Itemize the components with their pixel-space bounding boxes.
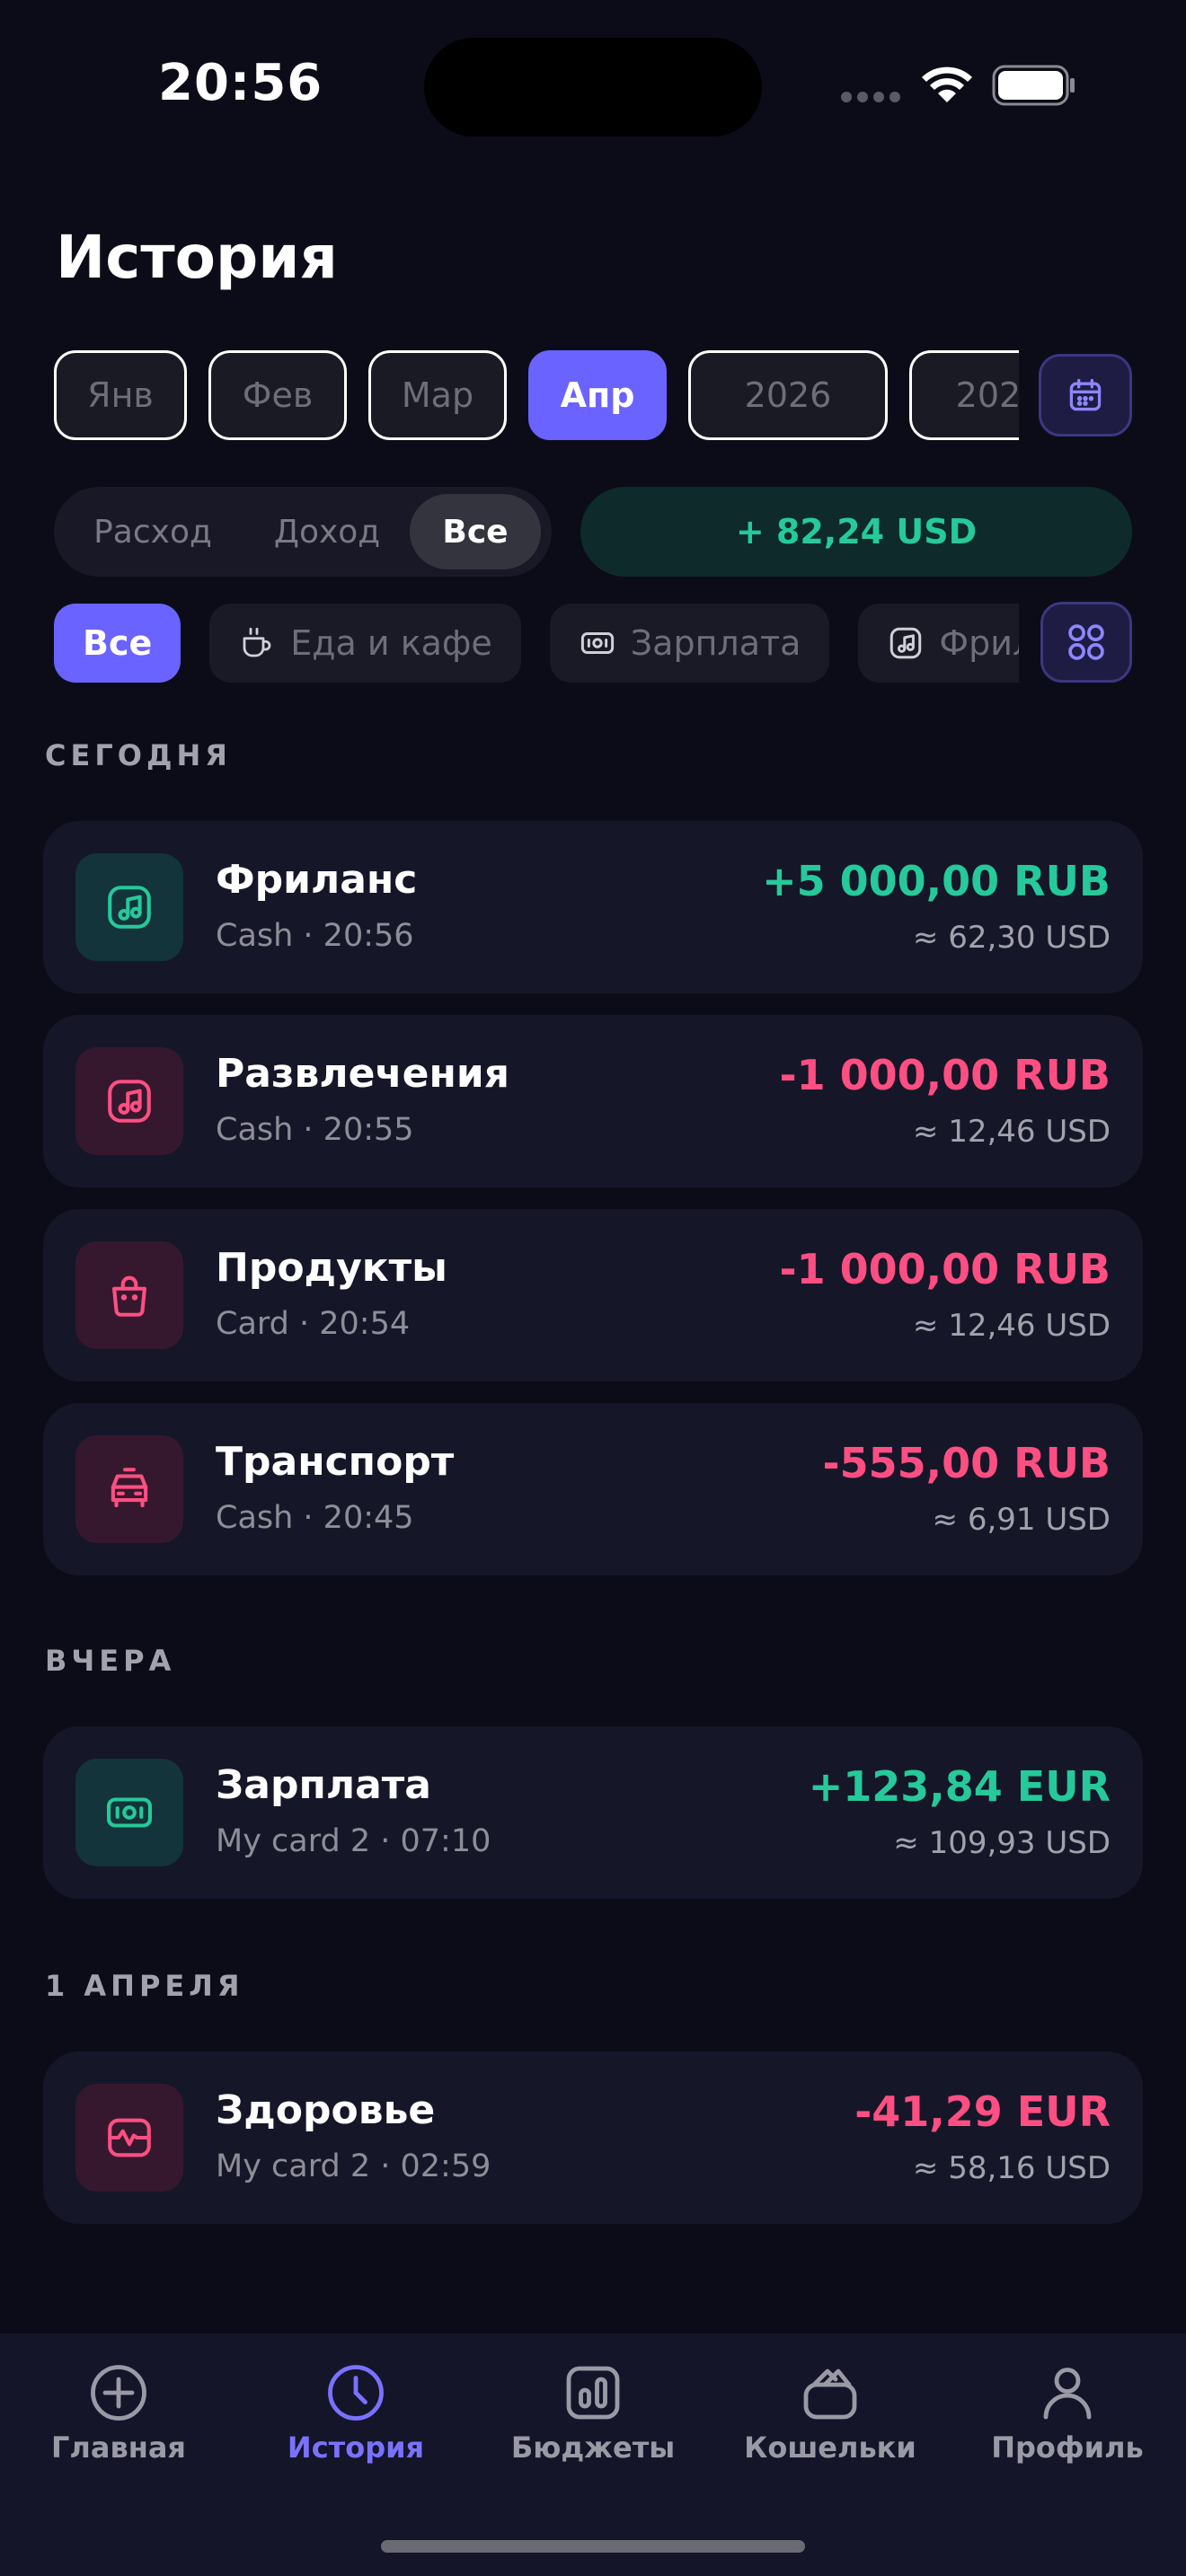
month-chip[interactable]: Янв <box>54 350 187 440</box>
transaction-title: Фриланс <box>216 857 418 903</box>
page-title: История <box>56 223 338 292</box>
tab-plus-circle[interactable]: Главная <box>11 2360 226 2465</box>
section-yesterday: ВЧЕРА <box>45 1644 176 1678</box>
transaction-converted-amount: ≈ 12,46 USD <box>912 1114 1111 1150</box>
type-segment-control: Расход Доход Все <box>54 487 552 577</box>
transaction-card[interactable]: Здоровье My card 2 · 02:59 -41,29 EUR ≈ 58,… <box>43 2051 1143 2224</box>
transaction-card[interactable]: Зарплата My card 2 · 07:10 +123,84 EUR ≈ 10… <box>43 1726 1143 1899</box>
transaction-subtitle: Cash · 20:56 <box>216 918 414 954</box>
transaction-subtitle: Cash · 20:45 <box>216 1500 414 1536</box>
transaction-amount: -1 000,00 RUB <box>779 1245 1111 1293</box>
category-chip-label: Фриланс <box>939 623 1019 663</box>
transaction-amount: -555,00 RUB <box>822 1439 1111 1487</box>
transaction-amount: -1 000,00 RUB <box>779 1051 1111 1099</box>
wallet-icon <box>798 2360 863 2425</box>
cash-icon <box>103 1786 155 1839</box>
transaction-card[interactable]: Фриланс Cash · 20:56 +5 000,00 RUB ≈ 62,30 … <box>43 821 1143 993</box>
transaction-card[interactable]: Развлечения Cash · 20:55 -1 000,00 RUB ≈ 12… <box>43 1015 1143 1187</box>
status-time: 20:56 <box>158 54 323 112</box>
tab-label: Бюджеты <box>510 2430 676 2465</box>
total-balance: + 82,24 USD <box>580 487 1132 577</box>
transaction-converted-amount: ≈ 12,46 USD <box>912 1308 1111 1344</box>
transaction-category-icon <box>75 1241 183 1349</box>
transaction-amount: +123,84 EUR <box>808 1762 1111 1811</box>
month-chip[interactable]: Фев <box>208 350 347 440</box>
transaction-title: Зарплата <box>216 1762 431 1808</box>
battery-icon <box>992 65 1075 106</box>
transaction-subtitle: Card · 20:54 <box>216 1306 411 1342</box>
transaction-category-icon <box>75 853 183 961</box>
cellular-signal-icon <box>841 92 900 102</box>
transaction-subtitle: My card 2 · 07:10 <box>216 1823 491 1859</box>
transaction-title: Продукты <box>216 1245 447 1291</box>
category-chip-label: Еда и кафе <box>290 623 492 663</box>
segment-income[interactable]: Доход <box>244 494 410 569</box>
month-selector: ЯнвФевМарАпр20262025 <box>54 350 1019 442</box>
section-today: СЕГОДНЯ <box>45 738 232 772</box>
wifi-icon <box>922 66 972 102</box>
transaction-title: Транспорт <box>216 1439 455 1485</box>
music-note-icon <box>103 1075 155 1127</box>
grid-icon <box>1068 624 1104 660</box>
category-chip[interactable]: Еда и кафе <box>209 604 521 683</box>
transaction-category-icon <box>75 1759 183 1866</box>
tab-wallet[interactable]: Кошельки <box>722 2360 938 2465</box>
transaction-converted-amount: ≈ 58,16 USD <box>912 2150 1111 2186</box>
home-indicator <box>381 2540 805 2553</box>
status-bar: 20:56 <box>0 0 1186 171</box>
user-icon <box>1035 2360 1100 2425</box>
tab-bar-chart[interactable]: Бюджеты <box>485 2360 701 2465</box>
section-april-1: 1 АПРЕЛЯ <box>45 1969 244 2003</box>
transaction-converted-amount: ≈ 62,30 USD <box>912 920 1111 956</box>
transaction-converted-amount: ≈ 6,91 USD <box>932 1502 1111 1538</box>
segment-all[interactable]: Все <box>410 494 541 569</box>
transaction-card[interactable]: Транспорт Cash · 20:45 -555,00 RUB ≈ 6,91 U… <box>43 1403 1143 1575</box>
tab-label: Главная <box>51 2430 186 2465</box>
music-note-icon <box>887 624 925 662</box>
category-chip[interactable]: Все <box>54 604 181 683</box>
transaction-card[interactable]: Продукты Card · 20:54 -1 000,00 RUB ≈ 12,46… <box>43 1209 1143 1381</box>
shopping-bag-icon <box>103 1269 155 1321</box>
music-note-icon <box>103 881 155 933</box>
month-chip[interactable]: Апр <box>528 350 667 440</box>
category-chip-label: Все <box>83 623 153 663</box>
transaction-subtitle: Cash · 20:55 <box>216 1112 414 1148</box>
tab-label: История <box>287 2430 425 2465</box>
transaction-subtitle: My card 2 · 02:59 <box>216 2148 491 2184</box>
month-chip[interactable]: 2025 <box>909 350 1019 440</box>
category-chip[interactable]: Фриланс <box>858 604 1019 683</box>
tab-label: Кошельки <box>744 2430 916 2465</box>
transaction-converted-amount: ≈ 109,93 USD <box>893 1825 1111 1861</box>
transaction-title: Здоровье <box>216 2087 436 2133</box>
calendar-icon <box>1069 378 1102 411</box>
tab-label: Профиль <box>991 2430 1144 2465</box>
transaction-amount: -41,29 EUR <box>854 2087 1111 2136</box>
transaction-category-icon <box>75 2084 183 2192</box>
category-chip-label: Зарплата <box>630 623 801 663</box>
tab-clock[interactable]: История <box>248 2360 464 2465</box>
segment-expense[interactable]: Расход <box>61 494 244 569</box>
dynamic-island <box>424 38 762 137</box>
cup-icon <box>238 624 276 662</box>
heart-pulse-icon <box>103 2112 155 2164</box>
categories-grid-button[interactable] <box>1040 602 1132 683</box>
transaction-amount: +5 000,00 RUB <box>762 857 1111 905</box>
transaction-category-icon <box>75 1435 183 1543</box>
transaction-title: Развлечения <box>216 1051 509 1097</box>
transaction-category-icon <box>75 1047 183 1155</box>
cash-icon <box>579 624 616 662</box>
month-chip[interactable]: Мар <box>368 350 507 440</box>
tab-user[interactable]: Профиль <box>960 2360 1175 2465</box>
month-chip[interactable]: 2026 <box>688 350 888 440</box>
category-chip[interactable]: Зарплата <box>549 604 830 683</box>
bar-chart-icon <box>561 2360 625 2425</box>
category-filter: Все Еда и кафе Зарплата Фриланс <box>54 604 1019 684</box>
calendar-button[interactable] <box>1039 354 1132 437</box>
taxi-icon <box>103 1463 155 1515</box>
clock-icon <box>323 2360 388 2425</box>
plus-circle-icon <box>86 2360 151 2425</box>
